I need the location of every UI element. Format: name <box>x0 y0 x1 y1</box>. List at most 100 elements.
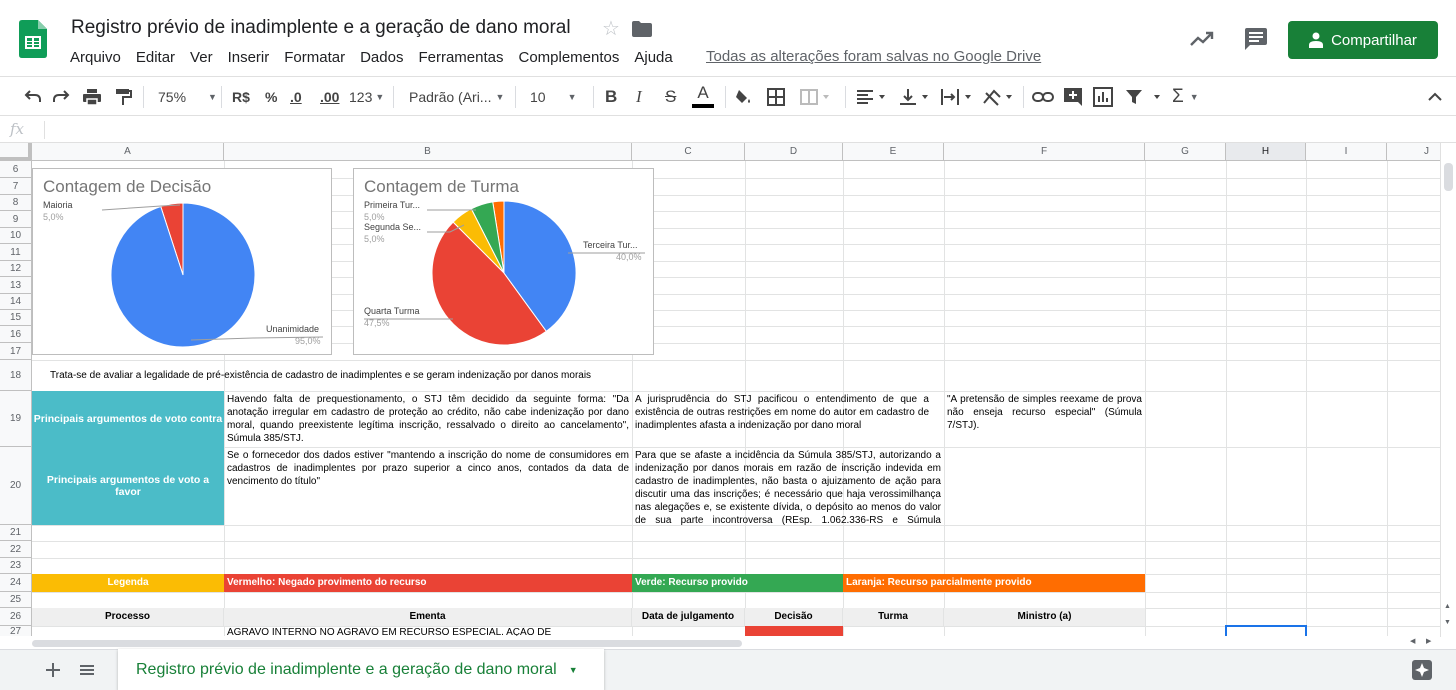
insert-link-icon[interactable] <box>1032 87 1054 107</box>
insert-comment-icon[interactable] <box>1063 87 1083 107</box>
menu-dados[interactable]: Dados <box>360 49 403 66</box>
select-all-corner[interactable] <box>0 143 32 161</box>
bold-button[interactable]: B <box>605 87 617 107</box>
format-currency-button[interactable]: R$ <box>232 87 250 107</box>
row-header-22[interactable]: 22 <box>0 541 32 558</box>
font-size-select[interactable]: 10 ▼ <box>530 87 577 107</box>
vertical-scroll-thumb[interactable] <box>1444 163 1453 191</box>
filter-icon[interactable] <box>1124 87 1164 107</box>
row-header-21[interactable]: 21 <box>0 525 32 541</box>
legend-green-cell[interactable]: Verde: Recurso provido <box>632 574 843 592</box>
explore-icon[interactable] <box>1412 660 1432 680</box>
strikethrough-button[interactable]: S <box>665 87 676 107</box>
row-header-6[interactable]: 6 <box>0 161 32 178</box>
undo-icon[interactable] <box>22 87 42 107</box>
sheets-logo-icon[interactable] <box>19 20 47 58</box>
fill-color-icon[interactable] <box>734 87 754 107</box>
row-header-23[interactable]: 23 <box>0 558 32 574</box>
favor-argument-b[interactable]: Se o fornecedor dos dados estiver "mante… <box>224 447 632 525</box>
row-header-14[interactable]: 14 <box>0 294 32 310</box>
italic-button[interactable]: I <box>636 87 642 107</box>
scroll-up-arrow-icon[interactable]: ▲ <box>1444 603 1451 610</box>
horizontal-align-icon[interactable] <box>856 87 886 107</box>
menu-editar[interactable]: Editar <box>136 49 175 66</box>
add-sheet-icon[interactable] <box>46 663 60 677</box>
merge-cells-icon[interactable] <box>799 87 829 107</box>
folder-icon[interactable] <box>632 21 652 37</box>
row-header-10[interactable]: 10 <box>0 228 32 244</box>
scroll-left-arrow-icon[interactable]: ◀ <box>1410 637 1415 645</box>
document-title[interactable]: Registro prévio de inadimplente e a gera… <box>71 17 571 39</box>
legend-label-cell[interactable]: Legenda <box>32 574 224 592</box>
column-header-f[interactable]: F <box>944 143 1145 161</box>
horizontal-scroll-thumb[interactable] <box>32 640 742 647</box>
column-header-g[interactable]: G <box>1145 143 1226 161</box>
scroll-down-arrow-icon[interactable]: ▼ <box>1444 619 1451 626</box>
row-header-25[interactable]: 25 <box>0 592 32 608</box>
vertical-scrollbar[interactable]: ▲ ▼ <box>1440 143 1456 637</box>
active-cell-selection[interactable] <box>1225 625 1307 636</box>
menu-ferramentas[interactable]: Ferramentas <box>418 49 503 66</box>
contra-label-cell[interactable]: Principais argumentos de voto contra <box>32 391 224 447</box>
contra-argument-b[interactable]: Havendo falta de prequestionamento, o ST… <box>224 391 632 447</box>
header-decisao[interactable]: Decisão <box>745 608 843 626</box>
all-sheets-list-icon[interactable] <box>80 663 94 677</box>
menu-ver[interactable]: Ver <box>190 49 213 66</box>
row-header-26[interactable]: 26 <box>0 608 32 626</box>
insert-chart-icon[interactable] <box>1093 87 1113 107</box>
legend-red-cell[interactable]: Vermelho: Negado provimento do recurso <box>224 574 632 592</box>
text-wrapping-icon[interactable] <box>940 87 972 107</box>
formula-input[interactable] <box>50 121 1430 139</box>
row-header-20[interactable]: 20 <box>0 447 32 525</box>
decrease-decimal-button[interactable]: .0 <box>290 87 302 107</box>
row-header-16[interactable]: 16 <box>0 326 32 343</box>
star-icon[interactable]: ☆ <box>602 16 620 41</box>
functions-button[interactable]: Σ ▼ <box>1172 86 1199 107</box>
text-rotation-icon[interactable] <box>982 87 1014 107</box>
chart-contagem-turma[interactable]: Contagem de Turma Primeira Tur... 5,0% S… <box>353 168 654 355</box>
menu-ajuda[interactable]: Ajuda <box>634 49 672 66</box>
row-header-15[interactable]: 15 <box>0 310 32 326</box>
column-header-a[interactable]: A <box>32 143 224 161</box>
legend-orange-cell[interactable]: Laranja: Recurso parcialmente provido <box>843 574 1145 592</box>
format-percent-button[interactable]: % <box>265 87 277 107</box>
row-header-17[interactable]: 17 <box>0 343 32 360</box>
row-header-7[interactable]: 7 <box>0 178 32 195</box>
row-header-24[interactable]: 24 <box>0 574 32 592</box>
header-ministro[interactable]: Ministro (a) <box>944 608 1145 626</box>
share-button[interactable]: Compartilhar <box>1288 21 1438 59</box>
paint-format-icon[interactable] <box>113 87 133 107</box>
column-header-d[interactable]: D <box>745 143 843 161</box>
scroll-right-arrow-icon[interactable]: ▶ <box>1426 637 1431 645</box>
chart-contagem-decisao[interactable]: Contagem de Decisão Maioria 5,0% Unanimi… <box>32 168 332 355</box>
contra-argument-c[interactable]: A jurisprudência do STJ pacificou o ente… <box>632 391 944 447</box>
more-formats-button[interactable]: 123 ▼ <box>349 87 384 107</box>
header-processo[interactable]: Processo <box>32 608 224 626</box>
vertical-align-icon[interactable] <box>898 87 930 107</box>
row-header-27[interactable]: 27 <box>0 626 32 636</box>
text-color-button[interactable]: A <box>692 83 714 111</box>
row-header-12[interactable]: 12 <box>0 261 32 277</box>
save-status-link[interactable]: Todas as alterações foram salvas no Goog… <box>706 48 1041 65</box>
increase-decimal-button[interactable]: .00 <box>320 87 339 107</box>
ementa-cell-row27[interactable]: AGRAVO INTERNO NO AGRAVO EM RECURSO ESPE… <box>227 627 627 636</box>
decisao-cell-row27[interactable] <box>745 626 843 636</box>
comments-icon[interactable] <box>1244 28 1268 50</box>
horizontal-scrollbar[interactable]: ◀ ▶ <box>32 637 1456 649</box>
menu-inserir[interactable]: Inserir <box>228 49 270 66</box>
menu-complementos[interactable]: Complementos <box>518 49 619 66</box>
row-header-19[interactable]: 19 <box>0 391 32 447</box>
header-ementa[interactable]: Ementa <box>224 608 632 626</box>
menu-formatar[interactable]: Formatar <box>284 49 345 66</box>
column-header-h[interactable]: H <box>1226 143 1306 161</box>
activity-trend-icon[interactable] <box>1190 31 1214 47</box>
print-icon[interactable] <box>82 87 102 107</box>
sheet-tab-active[interactable]: Registro prévio de inadimplente e a gera… <box>118 649 604 690</box>
row-header-11[interactable]: 11 <box>0 244 32 261</box>
description-cell[interactable]: Trata-se de avaliar a legalidade de pré-… <box>33 360 693 391</box>
collapse-menu-icon[interactable] <box>1426 87 1444 107</box>
header-turma[interactable]: Turma <box>843 608 944 626</box>
header-data-julgamento[interactable]: Data de julgamento <box>632 608 745 626</box>
font-family-select[interactable]: Padrão (Ari... ▼ <box>409 87 504 107</box>
column-header-c[interactable]: C <box>632 143 745 161</box>
